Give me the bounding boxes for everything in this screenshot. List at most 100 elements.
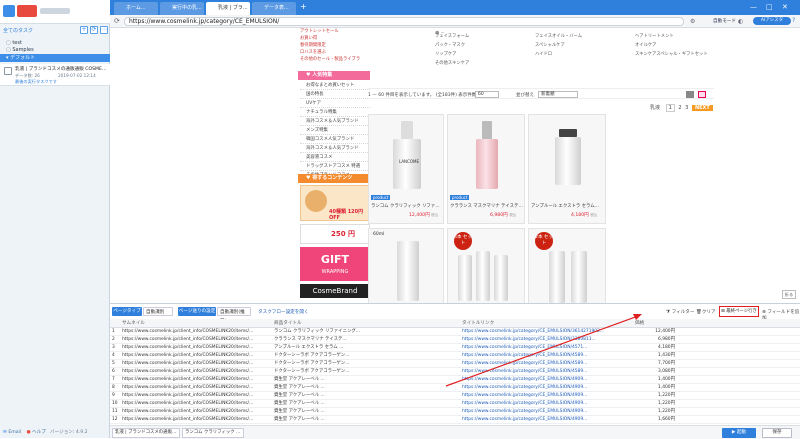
- table-row[interactable]: 4 https://www.cosmelink.jp/client_info/CO…: [110, 352, 800, 360]
- popular-item[interactable]: 海外コスメ＆人気ブランド: [300, 117, 370, 126]
- table-row[interactable]: 1 https://www.cosmelink.jp/client_info/CO…: [110, 328, 800, 336]
- task-item[interactable]: 乳液 | ブランドコスメの通販通販 COSMEL... データ数: 26 201…: [0, 64, 110, 86]
- maximize-icon[interactable]: □: [766, 3, 773, 11]
- col-title[interactable]: 商品タイトル: [274, 319, 302, 328]
- category-link[interactable]: オイルケア: [635, 41, 730, 50]
- product-card[interactable]: 4本 セット: [447, 228, 525, 303]
- page-type-button[interactable]: ページタイプ: [112, 307, 142, 316]
- next-button[interactable]: NEXT: [691, 105, 713, 111]
- popular-item[interactable]: ナチュラル特集: [300, 108, 370, 117]
- title-link-cell[interactable]: https://www.cosmelink.jp/category/CE_EMU…: [462, 328, 632, 336]
- save-button[interactable]: 保存: [762, 428, 792, 438]
- product-card[interactable]: アンプルール エクストラ セラム... 4,180円 税込: [528, 114, 606, 224]
- tree-item-test[interactable]: ▢ test: [6, 40, 22, 46]
- url-input[interactable]: https://www.cosmelink.jp/category/CE_EMU…: [124, 17, 684, 26]
- popular-item[interactable]: 美容液コスメ: [300, 153, 370, 162]
- table-row[interactable]: 11 https://www.cosmelink.jp/client_info/C…: [110, 408, 800, 416]
- popular-item[interactable]: お得なまとめ買いセット: [300, 81, 370, 90]
- product-name[interactable]: ランコム クラリフィック リファイニング ミ...: [371, 203, 443, 209]
- table-row[interactable]: 3 https://www.cosmelink.jp/client_info/CO…: [110, 344, 800, 352]
- title-link-cell[interactable]: https://www.cosmelink.jp/category/CE_EMU…: [462, 400, 632, 408]
- sale-link[interactable]: その他のセール・製品ライブラ: [300, 56, 370, 63]
- help-icon[interactable]: ?: [792, 17, 795, 24]
- ai-assist-button[interactable]: AIアシスタ: [753, 17, 791, 25]
- title-link-cell[interactable]: https://www.cosmelink.jp/category/CE_EMU…: [462, 352, 632, 360]
- product-name[interactable]: クラランス マスクマリナ テイステマ...: [450, 203, 524, 209]
- settings-icon[interactable]: ⚙: [690, 18, 695, 25]
- list-view-icon[interactable]: [686, 91, 694, 98]
- title-link-cell[interactable]: https://www.cosmelink.jp/category/CE_EMU…: [462, 376, 632, 384]
- category-link[interactable]: リップケア: [435, 50, 530, 59]
- sale-link[interactable]: アウトレットセール: [300, 28, 370, 35]
- table-row[interactable]: 12 https://www.cosmelink.jp/client_info/C…: [110, 416, 800, 424]
- sale-link[interactable]: お買い得: [300, 35, 370, 42]
- add-task-icon[interactable]: +: [80, 26, 88, 34]
- table-row[interactable]: 6 https://www.cosmelink.jp/client_info/CO…: [110, 368, 800, 376]
- banner-cosmebrand[interactable]: CosmeBrand: [300, 284, 370, 298]
- popular-item[interactable]: 海外コスメ＆人気ブランド: [300, 144, 370, 153]
- banner-point[interactable]: 250 円: [300, 224, 370, 244]
- auto-mode-button[interactable]: 自動モード: [713, 18, 736, 25]
- grid-view-icon[interactable]: [698, 91, 706, 98]
- popular-item[interactable]: 韓国コスメ人気ブランド: [300, 135, 370, 144]
- tab-running[interactable]: 実行中の乳...: [160, 2, 204, 15]
- filter-button[interactable]: ⧩ フィルター: [666, 309, 694, 315]
- minimize-icon[interactable]: —: [750, 3, 757, 11]
- sale-link[interactable]: 春待期間限定: [300, 42, 370, 49]
- col-link[interactable]: タイトルリンク: [462, 319, 494, 328]
- start-button[interactable]: ▶ 起動: [722, 428, 756, 438]
- product-name[interactable]: アンプルール エクストラ セラム...: [531, 203, 605, 209]
- tree-item-samples[interactable]: ▢ Samples: [6, 47, 34, 53]
- col-thumbnail[interactable]: サムネイル: [122, 319, 145, 328]
- more-icon[interactable]: ⋯: [100, 26, 108, 34]
- table-row[interactable]: 5 https://www.cosmelink.jp/client_info/CO…: [110, 360, 800, 368]
- product-card[interactable]: 60ml: [368, 228, 444, 303]
- table-row[interactable]: 9 https://www.cosmelink.jp/client_info/CO…: [110, 392, 800, 400]
- title-link-cell[interactable]: https://www.cosmelink.jp/category/CE_EMU…: [462, 408, 632, 416]
- reload-icon[interactable]: ⟳: [114, 17, 120, 25]
- tab-data[interactable]: データ表...: [252, 2, 296, 15]
- sort-select[interactable]: 新着順: [538, 91, 578, 98]
- last-page-button[interactable]: ⊞ 最終ページ行き: [719, 306, 759, 317]
- toggle-icon[interactable]: ◐: [738, 18, 743, 25]
- tab-active-page[interactable]: 乳液 | ブラ...: [206, 2, 250, 15]
- popular-item[interactable]: ドラッグストアコスメ 特選: [300, 162, 370, 171]
- category-link[interactable]: ハイドロ: [535, 50, 630, 59]
- title-link-cell[interactable]: https://www.cosmelink.jp/category/CE_EMU…: [462, 392, 632, 400]
- open-flow-link[interactable]: タスクフロー設定を開く: [258, 309, 309, 315]
- collapse-button[interactable]: 折る: [782, 290, 796, 299]
- tab-home[interactable]: ホーム...: [114, 2, 158, 15]
- page-1[interactable]: 1: [665, 104, 675, 112]
- title-link-cell[interactable]: https://www.cosmelink.jp/category/CE_EMU…: [462, 344, 632, 352]
- col-price[interactable]: 価格: [635, 319, 644, 328]
- category-link[interactable]: フェイスオイル・バーム: [535, 32, 630, 41]
- title-link-cell[interactable]: https://www.cosmelink.jp/category/CE_EMU…: [462, 384, 632, 392]
- product-card[interactable]: LANCOME product ランコム クラリフィック リファイニング ミ..…: [368, 114, 444, 224]
- page-type-select[interactable]: 自動識別: [143, 307, 173, 316]
- category-link[interactable]: その他スキンケア: [435, 59, 530, 68]
- email-link[interactable]: Email: [8, 430, 21, 435]
- account-badge[interactable]: [17, 5, 37, 17]
- sale-link[interactable]: ロハスを選ぶ: [300, 49, 370, 56]
- title-link-cell[interactable]: https://www.cosmelink.jp/category/CE_EMU…: [462, 368, 632, 376]
- page-mode-select[interactable]: 自動識別(推奨): [217, 307, 251, 324]
- popular-item[interactable]: メンズ特集: [300, 126, 370, 135]
- page-2[interactable]: 2: [678, 105, 681, 111]
- product-card[interactable]: 2本 セット: [528, 228, 606, 303]
- help-link[interactable]: ヘルプ: [32, 430, 46, 435]
- category-link[interactable]: パック・マスク: [435, 41, 530, 50]
- banner-gift[interactable]: GIFT WRAPPING: [300, 247, 370, 281]
- popular-item[interactable]: UVケア: [300, 99, 370, 108]
- tree-item-default[interactable]: ▾ デフォルト: [0, 54, 110, 62]
- close-icon[interactable]: ✕: [782, 3, 788, 11]
- category-link[interactable]: スキンケアスペシャル・ギフトセット: [635, 50, 730, 59]
- table-row[interactable]: 10 https://www.cosmelink.jp/client_info/C…: [110, 400, 800, 408]
- table-row[interactable]: 8 https://www.cosmelink.jp/client_info/CO…: [110, 384, 800, 392]
- category-link[interactable]: フェイスフォーム: [435, 32, 530, 41]
- product-card[interactable]: product クラランス マスクマリナ テイステマ... 6,980円 税込: [447, 114, 525, 224]
- status-tab[interactable]: ランコム クラリフィック ミ...: [182, 428, 244, 438]
- title-link-cell[interactable]: https://www.cosmelink.jp/category/CE_EMU…: [462, 360, 632, 368]
- refresh-icon[interactable]: ⟳: [90, 26, 98, 34]
- page-mode-button[interactable]: ページ送りの設定: [178, 307, 216, 316]
- table-row[interactable]: 7 https://www.cosmelink.jp/client_info/CO…: [110, 376, 800, 384]
